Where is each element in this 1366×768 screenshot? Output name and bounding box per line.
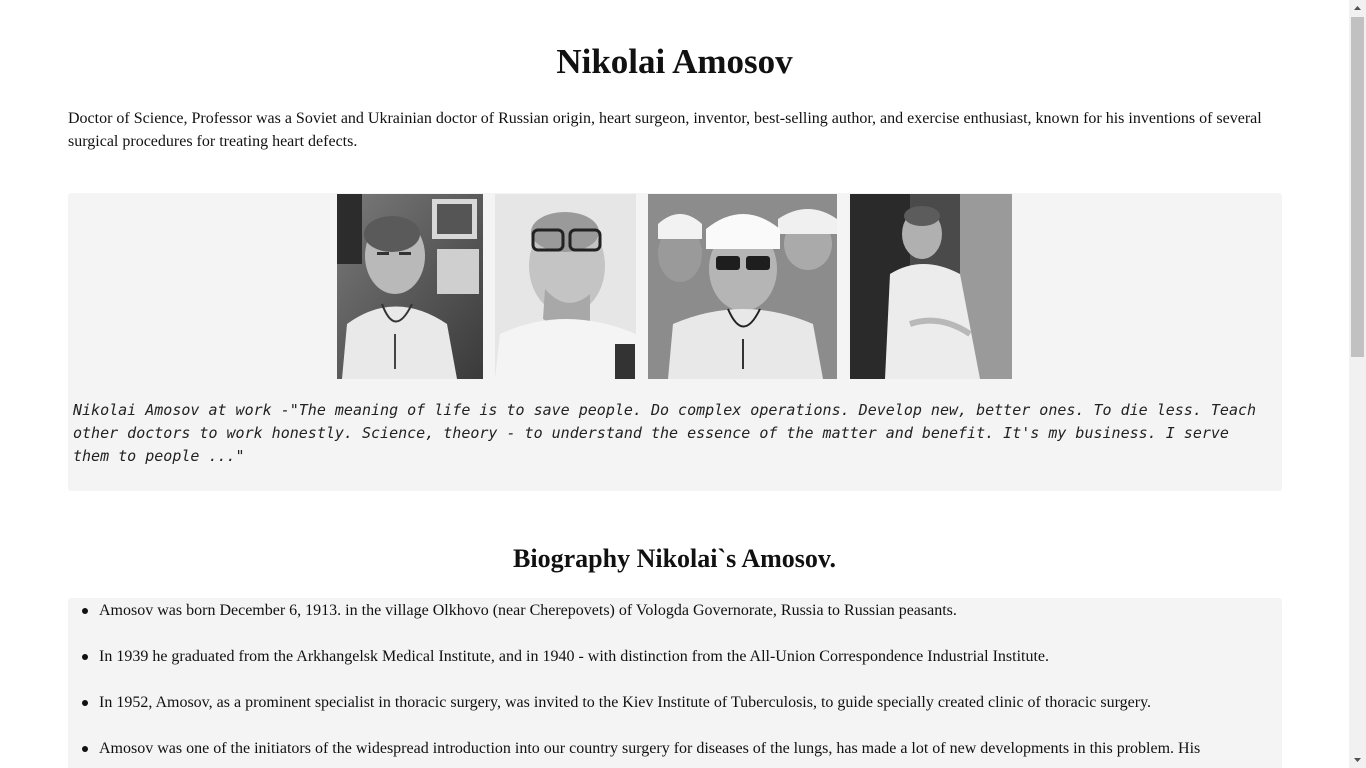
photo-sitting-by-window [850,194,1012,379]
list-item-text: Amosov was born December 6, 1913. in the… [99,602,957,619]
photo-portrait-stethoscope [337,194,483,379]
biography-heading: Biography Nikolai`s Amosov. [513,544,836,573]
list-item: Amosov was one of the initiators of the … [82,737,1269,760]
vertical-scrollbar[interactable] [1349,0,1366,768]
list-item-text: Amosov was one of the initiators of the … [99,740,1201,757]
page: Nikolai Amosov Doctor of Science, Profes… [0,0,1349,768]
bullet-icon [82,654,88,660]
list-item: In 1952, Amosov, as a prominent speciali… [82,691,1269,714]
photo-portrait-thinking [495,194,636,379]
list-item: Amosov was born December 6, 1913. in the… [82,599,1269,622]
scroll-up-arrow-icon[interactable] [1349,0,1366,17]
page-title: Nikolai Amosov [556,42,793,81]
bullet-icon [82,700,88,706]
list-item-text: In 1952, Amosov, as a prominent speciali… [99,694,1152,711]
bullet-icon [82,608,88,614]
gallery-caption-quote: Nikolai Amosov at work -"The meaning of … [73,401,1257,465]
photo-surgeons-at-work [648,194,837,379]
list-item: In 1939 he graduated from the Arkhangels… [82,645,1269,668]
scroll-down-arrow-icon[interactable] [1349,751,1366,768]
scrollbar-thumb[interactable] [1351,17,1364,357]
list-item-text: In 1939 he graduated from the Arkhangels… [99,648,1050,665]
intro-paragraph: Doctor of Science, Professor was a Sovie… [68,110,1262,150]
biography-list-box: Amosov was born December 6, 1913. in the… [68,598,1282,768]
photo-gallery: Nikolai Amosov at work -"The meaning of … [68,193,1282,491]
bullet-icon [82,746,88,752]
